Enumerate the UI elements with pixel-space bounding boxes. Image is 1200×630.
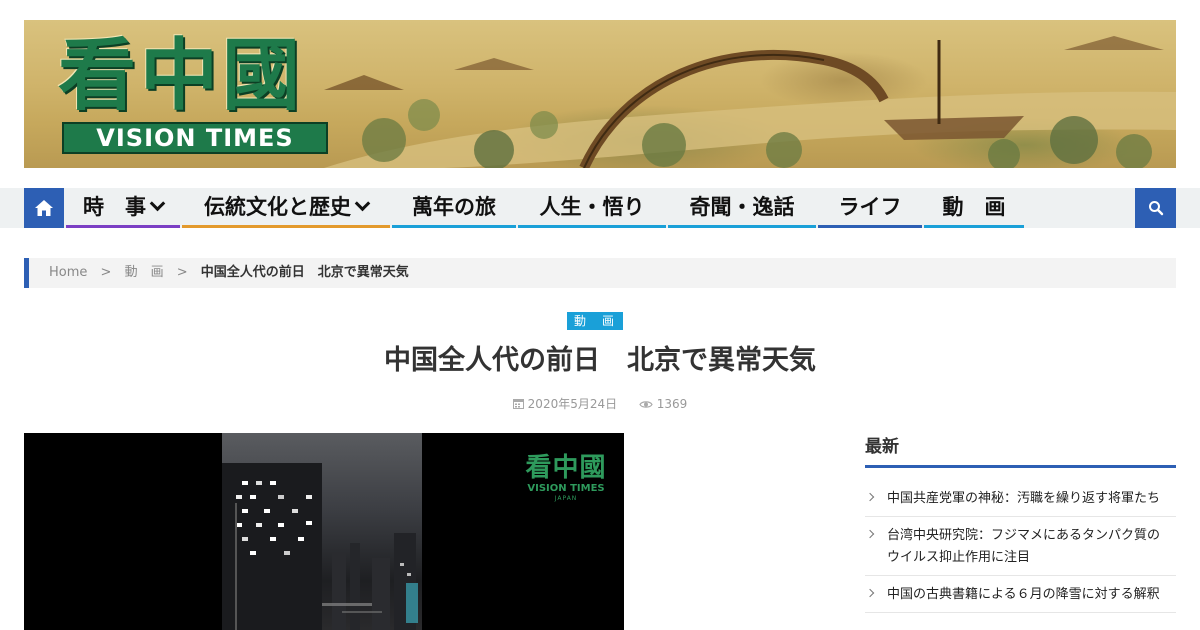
list-item-title: 中国の古典書籍による６月の降雪に対する解釈 [887, 587, 1160, 602]
nav-item-label: 時 事 [83, 195, 146, 219]
nav-item-lifestyle[interactable]: ライフ [818, 188, 922, 228]
list-item[interactable]: 台湾中央研究院：フジマメにあるタンパク質のウイルス抑止作用に注目 [865, 517, 1176, 576]
header-banner: 看中國 VISION TIMES [24, 20, 1176, 168]
watermark-english-text: VISION TIMES [527, 483, 605, 494]
breadcrumb: Home > 動 画 > 中国全人代の前日 北京で異常天気 [24, 258, 1176, 288]
chevron-down-icon [149, 195, 166, 212]
breadcrumb-current: 中国全人代の前日 北京で異常天気 [200, 265, 409, 280]
eye-icon [639, 396, 653, 414]
article-meta: 2020年5月24日 1369 [300, 395, 900, 414]
list-item[interactable]: 中国共産党軍の神秘：汚職を繰り返す将軍たち [865, 480, 1176, 517]
list-item[interactable]: 中国の古典書籍による６月の降雪に対する解釈 [865, 576, 1176, 613]
nav-item-culture-history[interactable]: 伝統文化と歴史 [182, 188, 390, 228]
breadcrumb-separator: > [100, 265, 112, 280]
article-title: 中国全人代の前日 北京で異常天気 [384, 345, 816, 376]
nav-item-label: ライフ [838, 195, 902, 219]
main-nav: 時 事 伝統文化と歴史 萬年の旅 人生・悟り 奇聞・逸話 ライフ 動 画 [0, 188, 1200, 228]
sidebar-title-rule [865, 465, 1176, 468]
logo-english-text: VISION TIMES [62, 122, 328, 154]
view-count: 1369 [656, 397, 688, 411]
article-date[interactable]: 2020年5月24日 [528, 397, 617, 411]
sidebar-title: 最新 [865, 437, 899, 457]
nav-item-label: 伝統文化と歴史 [204, 195, 351, 219]
city-night-scene [222, 463, 418, 630]
video-player[interactable]: 看中國 VISION TIMES JAPAN [24, 433, 624, 630]
chevron-right-icon [865, 588, 875, 598]
site-logo[interactable]: 看中國 VISION TIMES [58, 30, 328, 154]
category-badge[interactable]: 動 画 [567, 312, 623, 330]
chevron-right-icon [865, 529, 875, 539]
breadcrumb-separator: > [176, 265, 188, 280]
home-button[interactable] [24, 188, 64, 228]
nav-item-video[interactable]: 動 画 [924, 188, 1024, 228]
logo-chinese-text: 看中國 [58, 30, 305, 121]
chevron-down-icon [354, 195, 371, 212]
search-button[interactable] [1135, 188, 1176, 228]
nav-item-label: 人生・悟り [539, 195, 645, 219]
video-watermark: 看中國 VISION TIMES JAPAN [519, 453, 613, 503]
calendar-icon [512, 396, 524, 414]
nav-item-travel[interactable]: 萬年の旅 [392, 188, 516, 228]
nav-item-news[interactable]: 時 事 [66, 188, 180, 228]
nav-item-anecdotes[interactable]: 奇聞・逸話 [668, 188, 816, 228]
home-icon [35, 200, 53, 216]
watermark-sub-text: JAPAN [554, 495, 578, 502]
nav-item-label: 奇聞・逸話 [689, 195, 795, 219]
list-item-title: 中国共産党軍の神秘：汚職を繰り返す将軍たち [887, 491, 1161, 506]
video-frame [222, 433, 422, 630]
list-item-title: 台湾中央研究院：フジマメにあるタンパク質のウイルス抑止作用に注目 [887, 528, 1161, 565]
chevron-right-icon [865, 492, 875, 502]
nav-item-label: 動 画 [942, 195, 1006, 219]
search-icon [1148, 201, 1163, 216]
nav-item-life-enlightenment[interactable]: 人生・悟り [518, 188, 666, 228]
latest-posts-list: 中国共産党軍の神秘：汚職を繰り返す将軍たち 台湾中央研究院：フジマメにあるタンパ… [865, 480, 1176, 613]
breadcrumb-home-link[interactable]: Home [49, 265, 87, 280]
nav-item-label: 萬年の旅 [412, 195, 496, 219]
watermark-chinese-text: 看中國 [525, 453, 607, 483]
breadcrumb-category-link[interactable]: 動 画 [125, 265, 164, 280]
